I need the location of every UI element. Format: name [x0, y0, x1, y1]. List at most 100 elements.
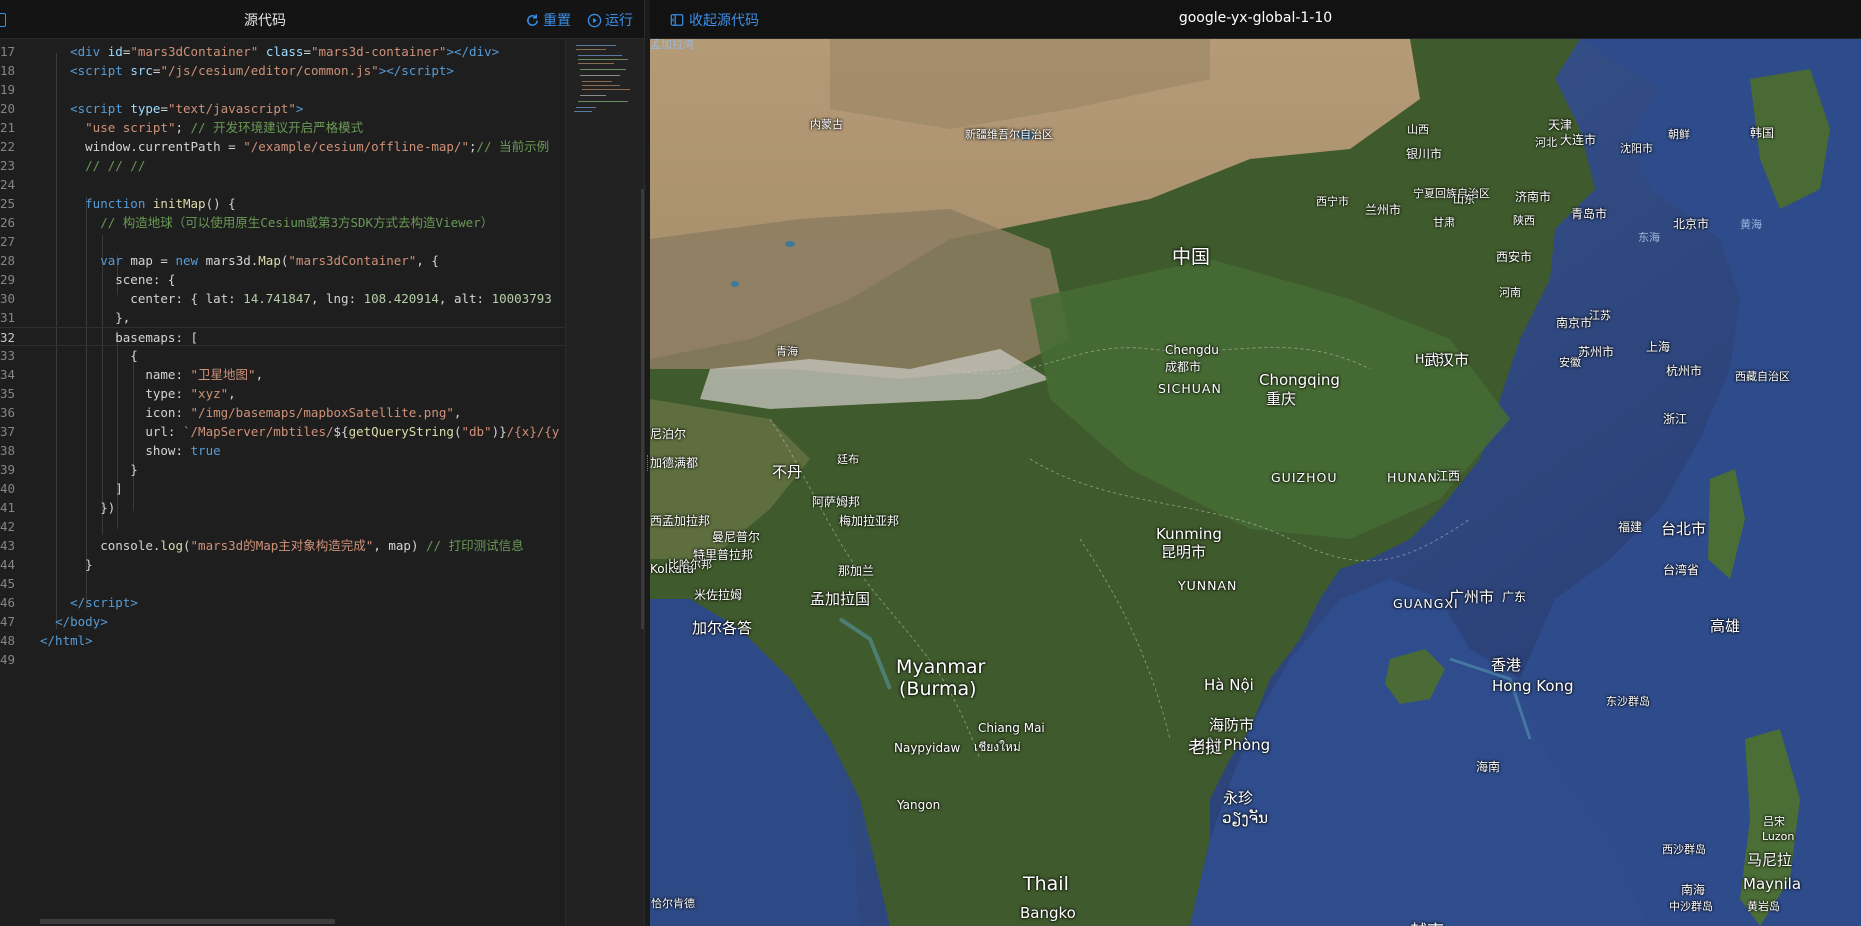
minimap-line	[582, 89, 630, 90]
minimap-line	[574, 111, 592, 112]
map-place-label: Myanmar	[896, 656, 986, 678]
code-line[interactable]: 47 </body>	[0, 612, 565, 631]
splitter-grip[interactable]	[647, 455, 648, 471]
map-place-label: Naypyidaw	[894, 741, 961, 755]
code-line[interactable]: 37 url: `/MapServer/mbtiles/${getQuerySt…	[0, 422, 565, 441]
map-place-label: 孟加拉湾	[650, 39, 694, 51]
code-line[interactable]: 26 // 构造地球（可以使用原生Cesium或第3方SDK方式去构造Viewe…	[0, 213, 565, 232]
code-line[interactable]: 17 <div id="mars3dContainer" class="mars…	[0, 42, 565, 61]
map-place-label: 吕宋	[1763, 815, 1785, 828]
map-place-label: 青岛市	[1571, 207, 1608, 221]
code-line[interactable]: 38 show: true	[0, 441, 565, 460]
line-code: function initMap() {	[85, 196, 236, 211]
code-editor[interactable]: 17 <div id="mars3dContainer" class="mars…	[0, 39, 565, 926]
code-line[interactable]: 28 var map = new mars3d.Map("mars3dConta…	[0, 251, 565, 270]
line-number: 49	[0, 652, 16, 667]
code-line[interactable]: 27	[0, 232, 565, 251]
code-line[interactable]: 24	[0, 175, 565, 194]
code-line[interactable]: 39 }	[0, 460, 565, 479]
map-place-label: 韩国	[1750, 126, 1775, 140]
code-line[interactable]: 42	[0, 517, 565, 536]
code-line[interactable]: 18 <script src="/js/cesium/editor/common…	[0, 61, 565, 80]
preview-header: 收起源代码 google-yx-global-1-10	[650, 0, 1861, 39]
line-code: icon: "/img/basemaps/mapboxSatellite.png…	[40, 405, 462, 420]
map-place-label: 海南	[1476, 760, 1501, 774]
horizontal-scrollbar[interactable]	[40, 919, 335, 924]
map-place-label: Luzon	[1762, 830, 1795, 843]
line-number: 37	[0, 424, 16, 439]
map-place-label: 广州市	[1449, 588, 1495, 606]
run-label: 运行	[605, 13, 633, 29]
map-place-label: 米佐拉姆	[694, 588, 743, 602]
line-number: 47	[0, 614, 16, 629]
code-line[interactable]: 48 </html>	[0, 631, 565, 650]
map-place-label: 浙江	[1663, 412, 1688, 426]
code-panel-header: 源代码 重置 运行	[0, 0, 644, 39]
code-line[interactable]: 35 type: "xyz",	[0, 384, 565, 403]
map-place-label: Maynila	[1743, 875, 1802, 893]
code-line[interactable]: 32 basemaps: [	[0, 327, 565, 346]
code-minimap[interactable]	[565, 39, 644, 926]
minimap-line	[578, 59, 628, 60]
code-line[interactable]: 49	[0, 650, 565, 669]
line-number: 48	[0, 633, 16, 648]
map-canvas[interactable]: 中国 Chengdu 成都市 SICHUAN Chongqing 重庆 HUBI 武汉市 GUI…	[650, 39, 1861, 926]
code-line[interactable]: 36 icon: "/img/basemaps/mapboxSatellite.…	[0, 403, 565, 422]
line-code: "use script"; // 开发环境建议开启严格模式	[85, 120, 364, 135]
code-line[interactable]: 45	[0, 574, 565, 593]
line-number: 33	[0, 348, 16, 363]
map-place-label: 成都市	[1165, 360, 1202, 374]
line-code: </html>	[40, 633, 93, 648]
minimap-line	[576, 45, 616, 46]
line-number: 34	[0, 367, 16, 382]
map-place-label: 西孟加拉邦	[650, 514, 711, 528]
line-number: 39	[0, 462, 16, 477]
code-line[interactable]: 46 </script>	[0, 593, 565, 612]
map-place-label: 西藏自治区	[1735, 370, 1790, 383]
line-code: // 构造地球（可以使用原生Cesium或第3方SDK方式去构造Viewer）	[100, 215, 494, 230]
map-place-label: 梅加拉亚邦	[839, 514, 900, 528]
code-line[interactable]: 19	[0, 80, 565, 99]
code-line[interactable]: 44 }	[0, 555, 565, 574]
code-line[interactable]: 23 // // //	[0, 156, 565, 175]
code-line[interactable]: 41 })	[0, 498, 565, 517]
map-place-label: 西沙群岛	[1662, 843, 1706, 856]
code-line[interactable]: 22 window.currentPath = "/example/cesium…	[0, 137, 565, 156]
map-place-label: 甘肃	[1433, 216, 1455, 229]
app-root: 源代码 重置 运行 17 <div id="mars3dContainer" c…	[0, 0, 1861, 926]
code-line[interactable]: 31 },	[0, 308, 565, 327]
line-number: 26	[0, 215, 16, 230]
map-place-label: 加尔各答	[692, 619, 753, 637]
code-line[interactable]: 33 {	[0, 346, 565, 365]
code-line[interactable]: 30 center: { lat: 14.741847, lng: 108.42…	[0, 289, 565, 308]
map-place-label: Yangon	[897, 798, 941, 812]
code-panel-title: 源代码	[244, 13, 286, 29]
map-place-label: 黄岩岛	[1747, 900, 1780, 913]
line-number: 21	[0, 120, 16, 135]
code-line[interactable]: 25 function initMap() {	[0, 194, 565, 213]
code-line[interactable]: 43 console.log("mars3d的Map主对象构造完成", map)…	[0, 536, 565, 555]
line-number: 42	[0, 519, 16, 534]
code-line[interactable]: 20 <script type="text/javascript">	[0, 99, 565, 118]
run-button[interactable]: 运行	[587, 10, 633, 30]
line-number: 41	[0, 500, 16, 515]
line-number: 46	[0, 595, 16, 610]
line-number: 29	[0, 272, 16, 287]
map-place-label: 内蒙古	[810, 118, 843, 131]
line-number: 44	[0, 557, 16, 572]
line-number: 28	[0, 253, 16, 268]
code-line[interactable]: 40 ]	[0, 479, 565, 498]
line-number: 27	[0, 234, 16, 249]
line-code: }	[40, 557, 93, 572]
map-place-label: 马尼拉	[1747, 851, 1793, 869]
map-place-label: 新疆维吾尔自治区	[965, 128, 1053, 141]
line-code: ]	[40, 481, 123, 496]
line-code: </body>	[55, 614, 108, 629]
map-place-label: 苏州市	[1578, 345, 1615, 359]
code-line[interactable]: 21 "use script"; // 开发环境建议开启严格模式	[0, 118, 565, 137]
code-line[interactable]: 34 name: "卫星地图",	[0, 365, 565, 384]
code-line[interactable]: 29 scene: {	[0, 270, 565, 289]
play-icon	[587, 13, 602, 27]
line-number: 20	[0, 101, 16, 116]
reset-button[interactable]: 重置	[525, 10, 571, 30]
